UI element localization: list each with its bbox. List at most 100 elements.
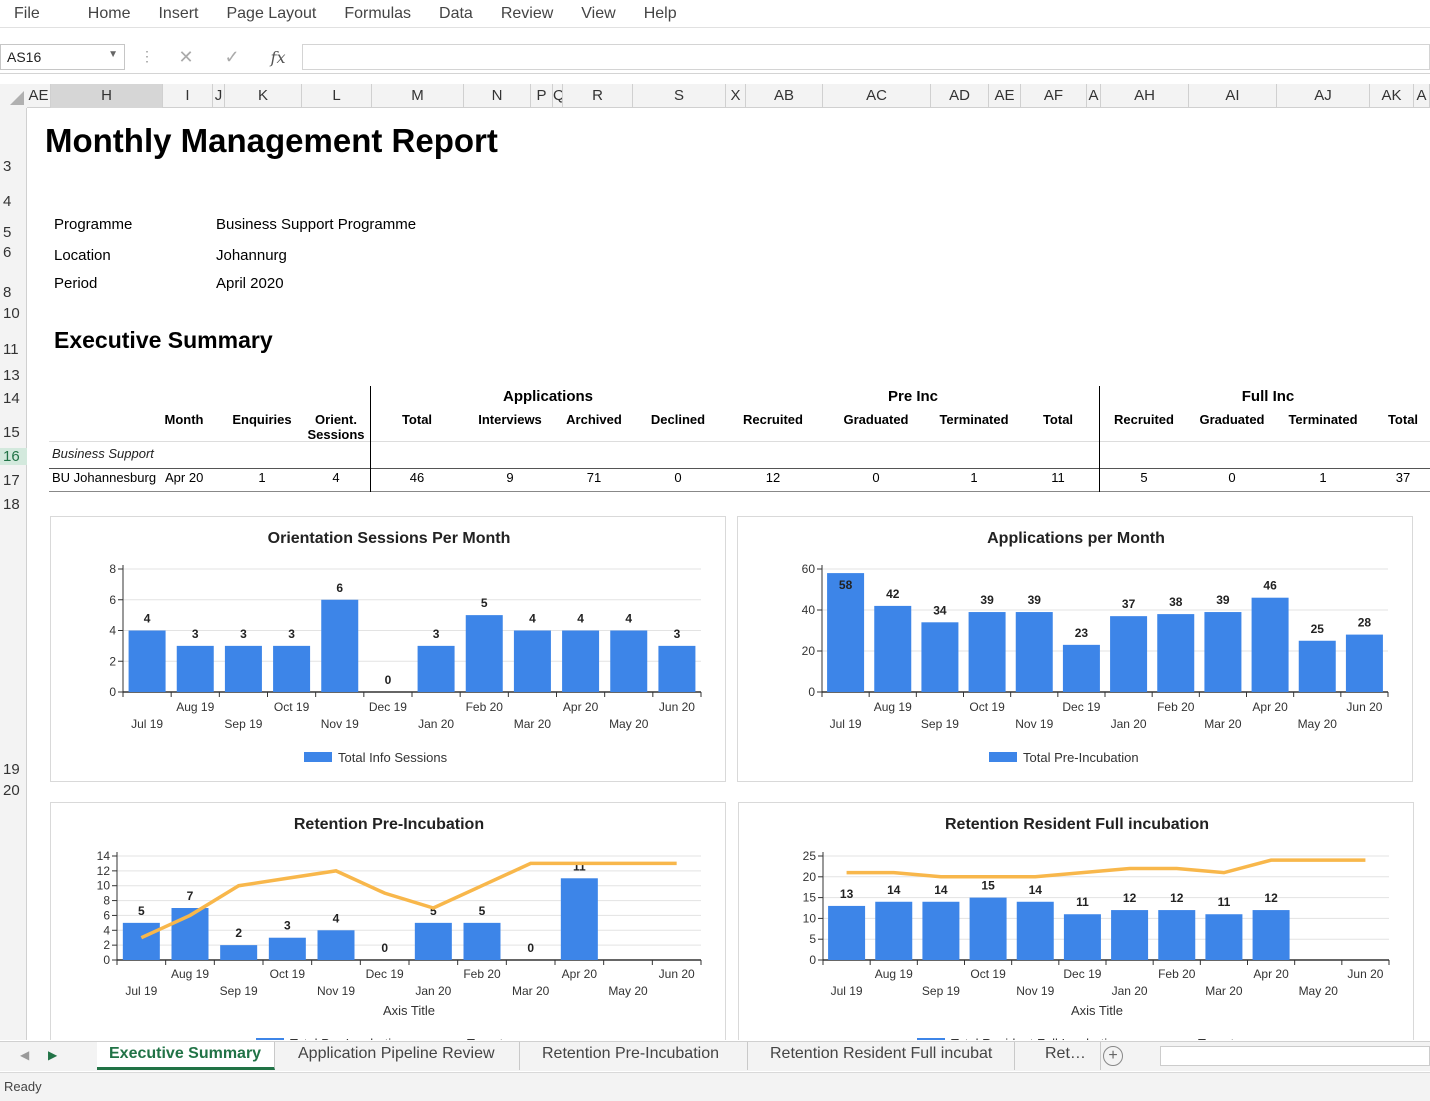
sheet-tab[interactable]: Retention Resident Full incubat: [758, 1042, 1015, 1070]
add-sheet-icon[interactable]: +: [1103, 1046, 1123, 1066]
row-header[interactable]: 18: [0, 496, 27, 513]
cancel-icon[interactable]: ✕: [163, 47, 209, 68]
column-header[interactable]: M: [372, 84, 464, 108]
data-label: 3: [284, 919, 291, 933]
chart-bar: [562, 630, 600, 692]
column-header[interactable]: AJ: [1277, 84, 1370, 108]
row-header[interactable]: 5: [0, 224, 27, 241]
column-header[interactable]: H: [51, 84, 163, 108]
legend-swatch: [304, 752, 332, 762]
insert-function-icon[interactable]: fx: [255, 48, 301, 67]
sheet-tab[interactable]: Retention Pre-Incubation: [530, 1042, 748, 1070]
chevron-down-icon[interactable]: ▼: [108, 49, 118, 60]
status-bar: Ready: [0, 1072, 1430, 1101]
chart-bar: [1298, 640, 1336, 692]
scroll-left-icon[interactable]: ◀: [20, 1048, 29, 1062]
column-header[interactable]: I: [163, 84, 213, 108]
column-header[interactable]: P: [531, 84, 553, 108]
table-header: Terminated: [1288, 412, 1358, 427]
data-label: 42: [886, 587, 900, 601]
row-header[interactable]: 11: [0, 341, 27, 358]
column-header[interactable]: AE: [27, 84, 51, 108]
chart-bar: [224, 645, 262, 692]
menu-help[interactable]: Help: [630, 5, 691, 23]
menu-view[interactable]: View: [567, 5, 629, 23]
sheet-tab[interactable]: Ret…: [1033, 1042, 1101, 1070]
formula-input[interactable]: [303, 44, 1430, 70]
table-cell: 71: [586, 470, 602, 485]
chart-retention-full-incubation[interactable]: Retention Resident Full incubation 0 5 10 15…: [738, 802, 1414, 1040]
x-tick-label: Oct 19: [970, 967, 1006, 981]
menu-review[interactable]: Review: [487, 5, 567, 23]
table-cell: 0: [674, 470, 682, 485]
column-header[interactable]: AI: [1189, 84, 1277, 108]
row-header[interactable]: 16: [0, 448, 27, 465]
data-label: 15: [981, 879, 995, 893]
drag-handle-icon[interactable]: ⋮: [140, 48, 154, 65]
column-header[interactable]: AE: [989, 84, 1021, 108]
column-header[interactable]: AB: [746, 84, 823, 108]
data-label: 11: [573, 859, 586, 873]
menu-home[interactable]: Home: [74, 5, 145, 23]
data-label: 0: [527, 941, 534, 955]
row-header[interactable]: 6: [0, 244, 27, 261]
column-header[interactable]: X: [726, 84, 746, 108]
worksheet[interactable]: Monthly Management Report Programme Busi…: [28, 108, 1430, 1040]
menu-file[interactable]: File: [0, 5, 74, 23]
column-header[interactable]: A: [1087, 84, 1101, 108]
row-header[interactable]: 4: [0, 193, 27, 210]
table-header: Declined: [650, 412, 706, 427]
row-header[interactable]: 3: [0, 158, 27, 175]
row-header[interactable]: 19: [0, 761, 27, 778]
chart-orientation-sessions[interactable]: Orientation Sessions Per Month 0 2 4 6 8 4 3 3 3 6…: [50, 516, 726, 782]
y-tick-label: 60: [802, 562, 816, 576]
column-header[interactable]: J: [213, 84, 225, 108]
chart-bar: [828, 905, 866, 960]
select-all-button[interactable]: [0, 84, 27, 108]
row-header[interactable]: 14: [0, 390, 27, 407]
check-icon[interactable]: ✓: [209, 47, 255, 68]
column-header[interactable]: N: [464, 84, 531, 108]
x-tick-label: Jun 20: [1346, 700, 1382, 714]
column-header[interactable]: AC: [823, 84, 931, 108]
sheet-tab[interactable]: Application Pipeline Review: [286, 1042, 520, 1070]
chart-retention-pre-incubation[interactable]: Retention Pre-Incubation 0 2 4 6 8 10 12 14 5 7 2 3 4…: [50, 802, 726, 1040]
menu-data[interactable]: Data: [425, 5, 487, 23]
chart-title: Applications per Month: [987, 530, 1165, 547]
chart-bar: [417, 645, 455, 692]
menu-insert[interactable]: Insert: [144, 5, 212, 23]
row-header[interactable]: 20: [0, 782, 27, 799]
table-header: Month: [164, 412, 204, 427]
table-header: Total: [401, 412, 433, 427]
column-header[interactable]: AH: [1101, 84, 1189, 108]
scroll-right-icon[interactable]: ▶: [48, 1048, 57, 1062]
column-header[interactable]: AD: [931, 84, 989, 108]
column-header[interactable]: S: [633, 84, 726, 108]
table-header: Total: [1387, 412, 1419, 427]
column-header[interactable]: R: [563, 84, 633, 108]
row-header[interactable]: 10: [0, 305, 27, 322]
row-header[interactable]: 8: [0, 284, 27, 301]
name-box[interactable]: AS16 ▼: [0, 44, 125, 70]
column-header[interactable]: L: [302, 84, 372, 108]
column-header[interactable]: K: [225, 84, 302, 108]
table-cell: 11: [1051, 470, 1065, 485]
row-header[interactable]: 15: [0, 424, 27, 441]
x-tick-label: Feb 20: [466, 700, 504, 714]
chart-bar: [1157, 614, 1195, 692]
sheet-tab[interactable]: Executive Summary: [97, 1042, 275, 1070]
column-header[interactable]: A: [1414, 84, 1430, 108]
horizontal-scrollbar[interactable]: [1160, 1046, 1430, 1066]
chart-applications[interactable]: Applications per Month 0 20 40 60 58 42 34 39 39 2…: [737, 516, 1413, 782]
row-header[interactable]: 17: [0, 472, 27, 489]
field-label-period: Period: [54, 275, 98, 292]
column-header[interactable]: AF: [1021, 84, 1087, 108]
data-label: 11: [1218, 895, 1231, 909]
column-header[interactable]: Q: [553, 84, 563, 108]
menu-page-layout[interactable]: Page Layout: [212, 5, 330, 23]
menu-formulas[interactable]: Formulas: [330, 5, 425, 23]
column-header[interactable]: AK: [1370, 84, 1414, 108]
data-label: 34: [933, 603, 947, 617]
x-tick-label: Oct 19: [274, 700, 310, 714]
row-header[interactable]: 13: [0, 367, 27, 384]
